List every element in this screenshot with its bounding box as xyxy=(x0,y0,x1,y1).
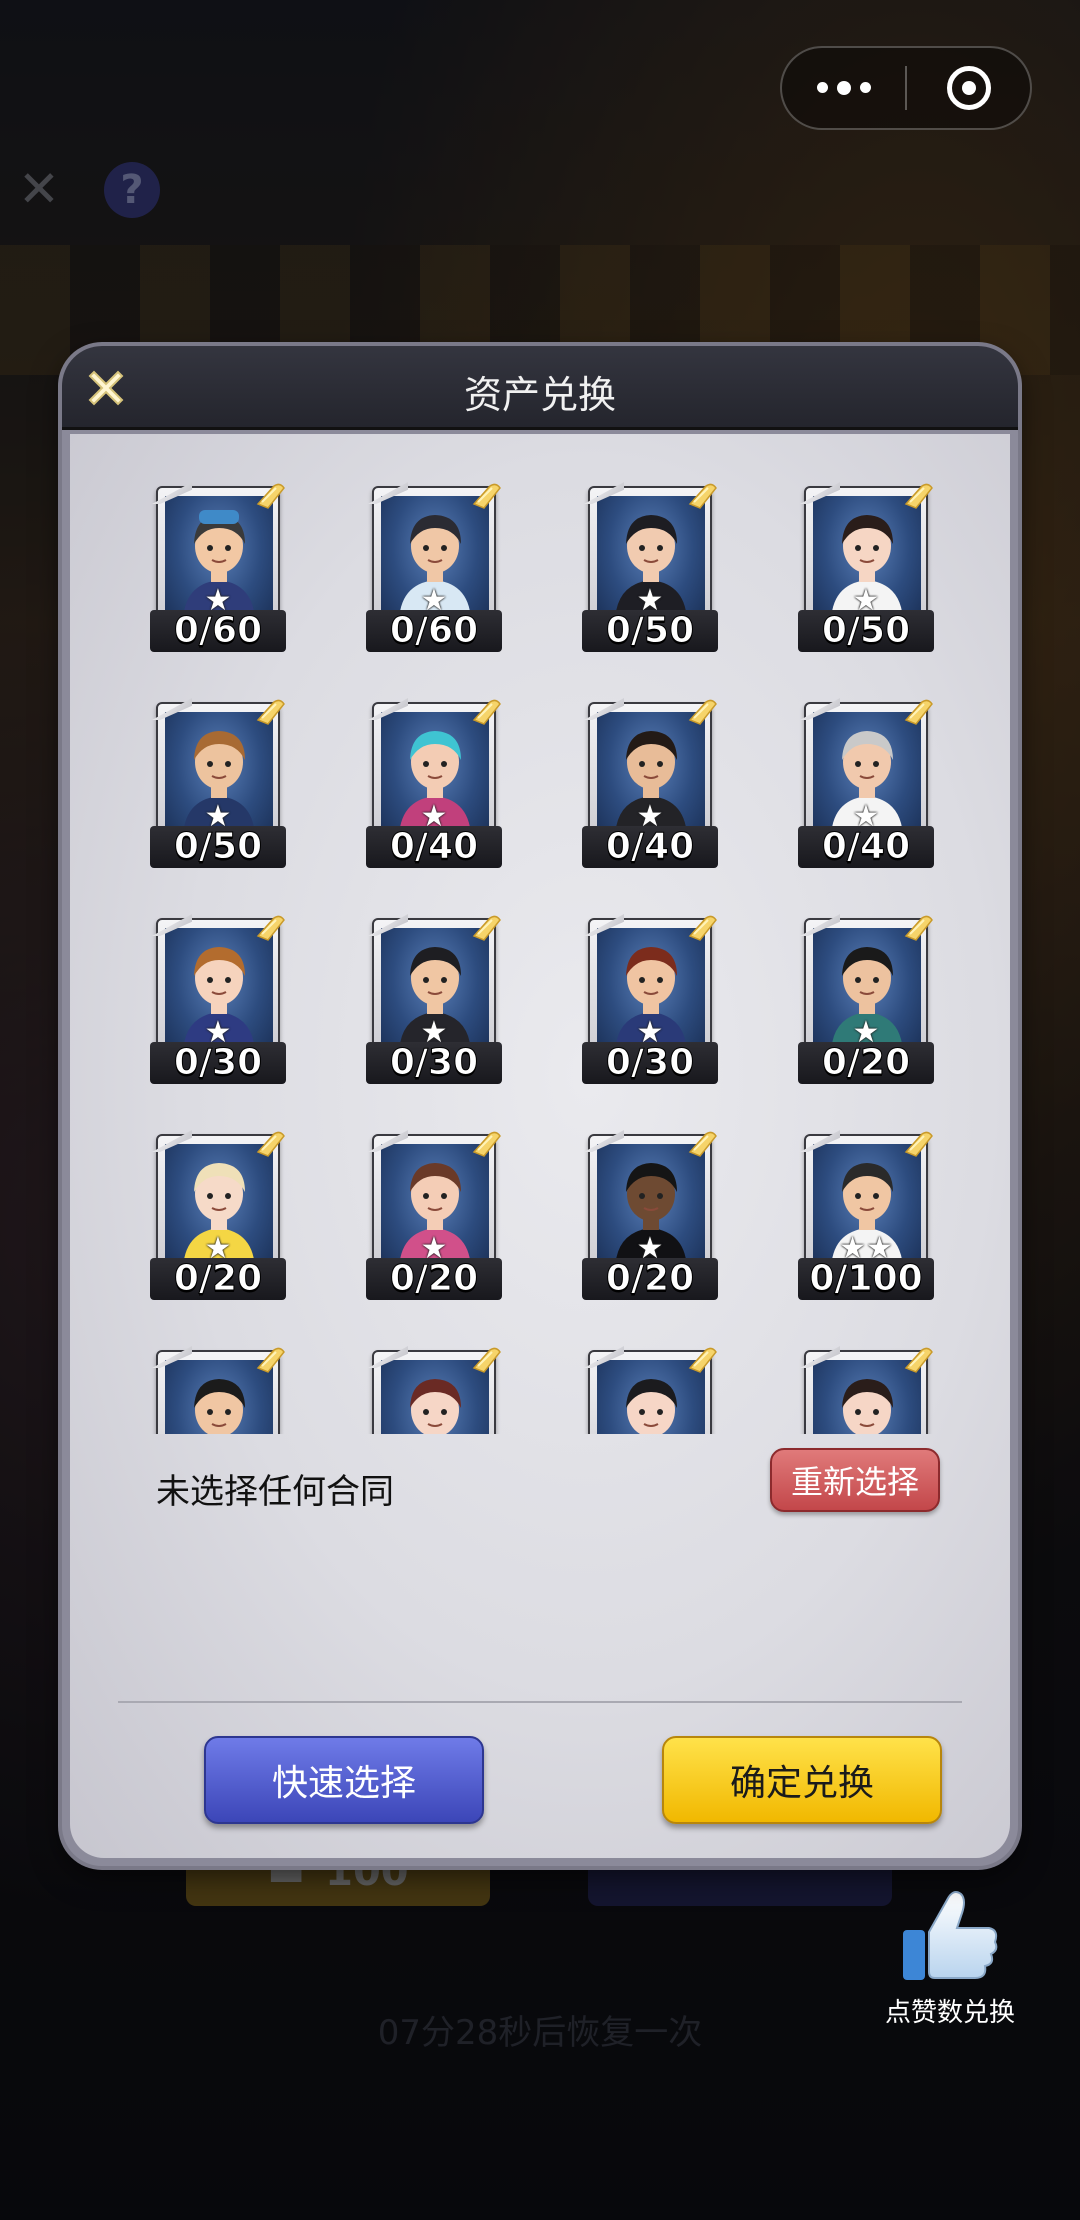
contract-card[interactable] xyxy=(152,1346,285,1434)
card-count: 0/20 xyxy=(366,1258,502,1300)
modal-body: ★ 0/60 ★ 0/60 ★ 0/50 ★ 0/50 ★ 0/50 ★ 0/4… xyxy=(70,434,1010,1858)
asset-exchange-modal: 资产兑换 ★ 0/60 ★ 0/60 ★ 0/50 ★ 0/50 ★ 0/50 … xyxy=(62,346,1018,1866)
contract-card[interactable] xyxy=(584,1346,717,1434)
card-count: 0/100 xyxy=(798,1258,934,1300)
more-button[interactable] xyxy=(782,48,905,128)
ribbon-icon xyxy=(902,912,936,946)
card-count: 0/60 xyxy=(150,610,286,652)
contract-card[interactable]: ★ 0/20 xyxy=(150,1130,286,1300)
like-exchange-label: 点赞数兑换 xyxy=(884,1998,1015,2028)
divider xyxy=(118,1701,962,1703)
target-close-icon xyxy=(946,66,991,110)
ribbon-icon xyxy=(254,1128,288,1162)
contract-card[interactable]: ★ 0/50 xyxy=(582,482,718,652)
reselect-button[interactable]: 重新选择 xyxy=(770,1448,940,1512)
contract-card[interactable]: ★ 0/30 xyxy=(582,914,718,1084)
card-count: 0/30 xyxy=(582,1042,718,1084)
ribbon-icon xyxy=(470,1128,504,1162)
card-frame xyxy=(368,1346,501,1434)
ribbon-icon xyxy=(686,696,720,730)
ribbon-icon xyxy=(254,480,288,514)
contract-grid: ★ 0/60 ★ 0/60 ★ 0/50 ★ 0/50 ★ 0/50 ★ 0/4… xyxy=(150,482,934,1434)
ribbon-icon xyxy=(470,1344,504,1378)
ribbon-icon xyxy=(254,696,288,730)
thumbs-up-icon xyxy=(895,1880,1005,1990)
ribbon-icon xyxy=(902,480,936,514)
card-count: 0/30 xyxy=(150,1042,286,1084)
ribbon-icon xyxy=(686,480,720,514)
ribbon-icon xyxy=(470,696,504,730)
contract-card[interactable]: ★ 0/20 xyxy=(798,914,934,1084)
like-exchange-button[interactable]: 点赞数兑换 xyxy=(872,1880,1028,2029)
contract-card[interactable]: ★ 0/60 xyxy=(366,482,502,652)
quick-select-button[interactable]: 快速选择 xyxy=(204,1736,484,1824)
selection-status: 未选择任何合同 xyxy=(156,1472,394,1512)
card-count: 0/40 xyxy=(366,826,502,868)
contract-card[interactable]: ★ 0/40 xyxy=(798,698,934,868)
contract-card[interactable]: ★ 0/50 xyxy=(150,698,286,868)
more-dots-icon xyxy=(816,80,871,95)
card-frame xyxy=(152,1346,285,1434)
ribbon-icon xyxy=(686,1344,720,1378)
card-count: 0/40 xyxy=(582,826,718,868)
ribbon-icon xyxy=(470,480,504,514)
ribbon-icon xyxy=(470,912,504,946)
ribbon-icon xyxy=(254,1344,288,1378)
contract-card[interactable]: ★ 0/40 xyxy=(366,698,502,868)
contract-card[interactable]: ★ 0/50 xyxy=(798,482,934,652)
contract-card[interactable]: ★ 0/60 xyxy=(150,482,286,652)
contract-card[interactable] xyxy=(800,1346,933,1434)
contract-card[interactable]: ★ 0/30 xyxy=(366,914,502,1084)
contract-card[interactable]: ★ 0/30 xyxy=(150,914,286,1084)
card-frame xyxy=(800,1346,933,1434)
ribbon-icon xyxy=(686,1128,720,1162)
confirm-exchange-button[interactable]: 确定兑换 xyxy=(662,1736,942,1824)
card-count: 0/60 xyxy=(366,610,502,652)
ribbon-icon xyxy=(902,1128,936,1162)
card-count: 0/20 xyxy=(582,1258,718,1300)
card-count: 0/50 xyxy=(150,826,286,868)
contract-card[interactable]: ★ 0/20 xyxy=(582,1130,718,1300)
ribbon-icon xyxy=(902,696,936,730)
modal-title: 资产兑换 xyxy=(463,373,616,417)
contract-card[interactable]: ★ 0/40 xyxy=(582,698,718,868)
card-count: 0/40 xyxy=(798,826,934,868)
miniprogram-capsule xyxy=(780,46,1032,130)
contract-card[interactable]: ★ 0/20 xyxy=(366,1130,502,1300)
exit-button[interactable] xyxy=(907,48,1030,128)
ribbon-icon xyxy=(254,912,288,946)
card-count: 0/50 xyxy=(798,610,934,652)
card-count: 0/20 xyxy=(150,1258,286,1300)
contract-grid-viewport[interactable]: ★ 0/60 ★ 0/60 ★ 0/50 ★ 0/50 ★ 0/50 ★ 0/4… xyxy=(70,434,1010,1434)
card-frame xyxy=(584,1346,717,1434)
ribbon-icon xyxy=(902,1344,936,1378)
card-count: 0/50 xyxy=(582,610,718,652)
card-count: 0/20 xyxy=(798,1042,934,1084)
contract-card[interactable]: ★★ 0/100 xyxy=(798,1130,934,1300)
ribbon-icon xyxy=(686,912,720,946)
modal-header: 资产兑换 xyxy=(62,346,1018,430)
contract-card[interactable] xyxy=(368,1346,501,1434)
card-count: 0/30 xyxy=(366,1042,502,1084)
